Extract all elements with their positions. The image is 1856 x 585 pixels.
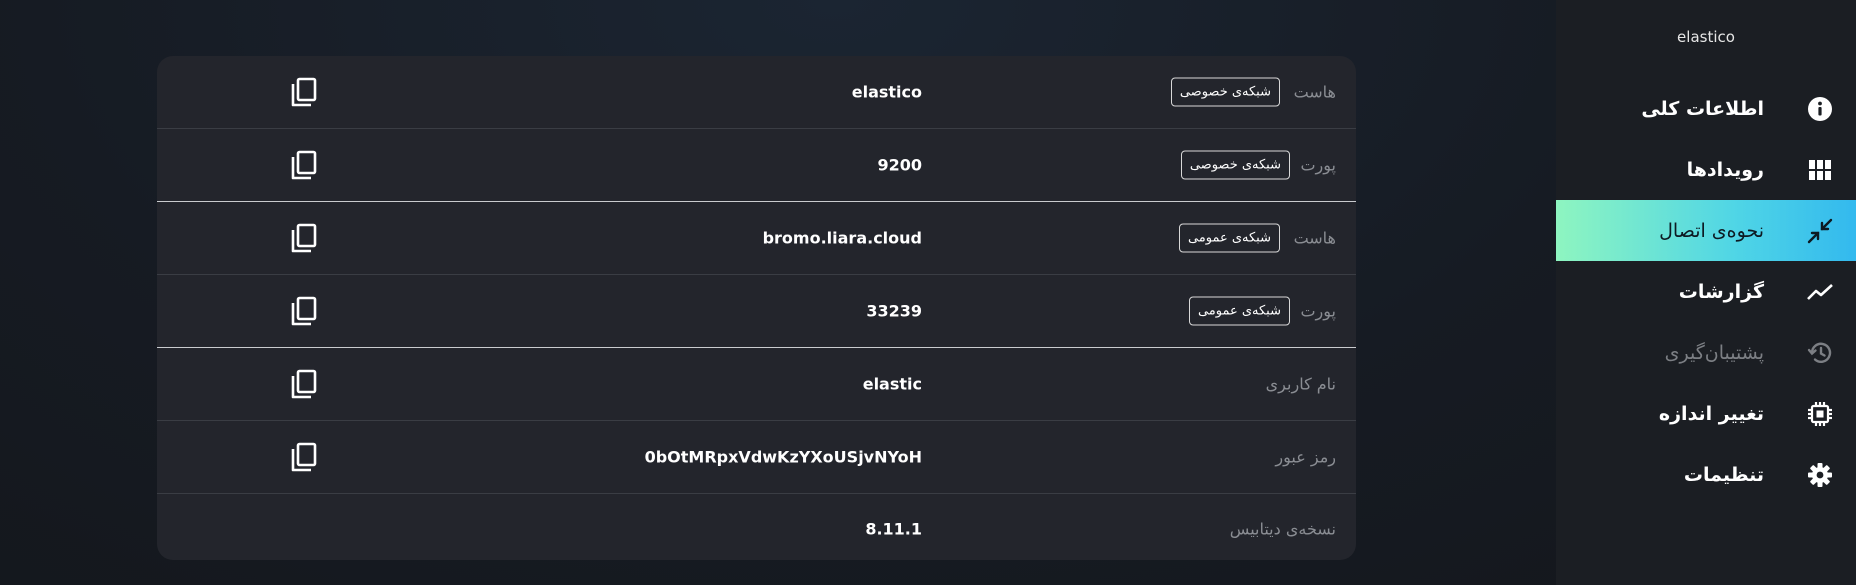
sidebar: elastico اطلاعات کلی رویدادها نح bbox=[1556, 0, 1856, 585]
sidebar-item-label: رویدادها bbox=[1686, 158, 1764, 181]
row-public-host: هاست شبکه‌ی عمومی bromo.liara.cloud bbox=[157, 202, 1356, 275]
sidebar-item-backup[interactable]: پشتیبان‌گیری bbox=[1556, 322, 1856, 383]
sidebar-item-events[interactable]: رویدادها bbox=[1556, 139, 1856, 200]
copy-icon[interactable] bbox=[290, 223, 318, 253]
sidebar-item-settings[interactable]: تنظیمات bbox=[1556, 444, 1856, 505]
field-value: 0bOtMRpxVdwKzYXoUSjvNYoH bbox=[644, 447, 922, 467]
network-badge: شبکه‌ی عمومی bbox=[1188, 296, 1290, 326]
sidebar-item-resize[interactable]: تغییر اندازه bbox=[1556, 383, 1856, 444]
sidebar-item-label: پشتیبان‌گیری bbox=[1664, 341, 1764, 364]
row-private-port: پورت شبکه‌ی خصوصی 9200 bbox=[157, 129, 1356, 202]
sidebar-item-label: نحوه‌ی اتصال bbox=[1659, 219, 1764, 242]
chip-icon bbox=[1807, 401, 1833, 427]
row-public-port: پورت شبکه‌ی عمومی 33239 bbox=[157, 275, 1356, 348]
field-value: 9200 bbox=[877, 155, 922, 175]
copy-icon[interactable] bbox=[290, 296, 318, 326]
field-label: هاست bbox=[1293, 82, 1336, 102]
connect-arrows-icon bbox=[1807, 218, 1833, 244]
field-label: هاست bbox=[1293, 228, 1336, 248]
network-badge: شبکه‌ی عمومی bbox=[1178, 223, 1280, 253]
trending-line-icon bbox=[1807, 279, 1833, 305]
sidebar-title: elastico bbox=[1677, 28, 1735, 46]
row-private-host: هاست شبکه‌ی خصوصی elastico bbox=[157, 56, 1356, 129]
sidebar-item-label: گزارشات bbox=[1678, 280, 1764, 303]
sidebar-item-connection[interactable]: نحوه‌ی اتصال bbox=[1556, 200, 1856, 261]
field-value: 8.11.1 bbox=[865, 519, 922, 539]
sidebar-item-label: تنظیمات bbox=[1683, 463, 1764, 486]
sidebar-menu: اطلاعات کلی رویدادها نحوه‌ی اتصال bbox=[1556, 78, 1856, 505]
field-value: 33239 bbox=[866, 301, 922, 321]
network-badge: شبکه‌ی خصوصی bbox=[1180, 150, 1290, 180]
connection-card: هاست شبکه‌ی خصوصی elastico پورت شبکه‌ی خ… bbox=[157, 56, 1356, 560]
field-label: نسخه‌ی دیتابیس bbox=[1229, 519, 1336, 539]
copy-icon[interactable] bbox=[290, 442, 318, 472]
sidebar-item-overview[interactable]: اطلاعات کلی bbox=[1556, 78, 1856, 139]
field-value: bromo.liara.cloud bbox=[762, 228, 922, 248]
field-label: نام کاربری bbox=[1265, 374, 1336, 394]
row-username: نام کاربری elastic bbox=[157, 348, 1356, 421]
sidebar-item-label: اطلاعات کلی bbox=[1641, 97, 1764, 120]
row-password: رمز عبور 0bOtMRpxVdwKzYXoUSjvNYoH bbox=[157, 421, 1356, 494]
copy-icon[interactable] bbox=[290, 369, 318, 399]
field-value: elastico bbox=[851, 82, 922, 102]
network-badge: شبکه‌ی خصوصی bbox=[1170, 77, 1280, 107]
sidebar-item-reports[interactable]: گزارشات bbox=[1556, 261, 1856, 322]
row-db-version: نسخه‌ی دیتابیس 8.11.1 bbox=[157, 494, 1356, 560]
grid-icon bbox=[1807, 157, 1833, 183]
history-icon bbox=[1807, 340, 1833, 366]
copy-icon[interactable] bbox=[290, 77, 318, 107]
field-value: elastic bbox=[862, 374, 922, 394]
gear-icon bbox=[1807, 462, 1833, 488]
sidebar-item-label: تغییر اندازه bbox=[1658, 402, 1764, 425]
field-label: پورت bbox=[1300, 301, 1336, 321]
copy-icon[interactable] bbox=[290, 150, 318, 180]
info-icon bbox=[1807, 96, 1833, 122]
field-label: پورت bbox=[1300, 155, 1336, 175]
field-label: رمز عبور bbox=[1275, 447, 1336, 467]
